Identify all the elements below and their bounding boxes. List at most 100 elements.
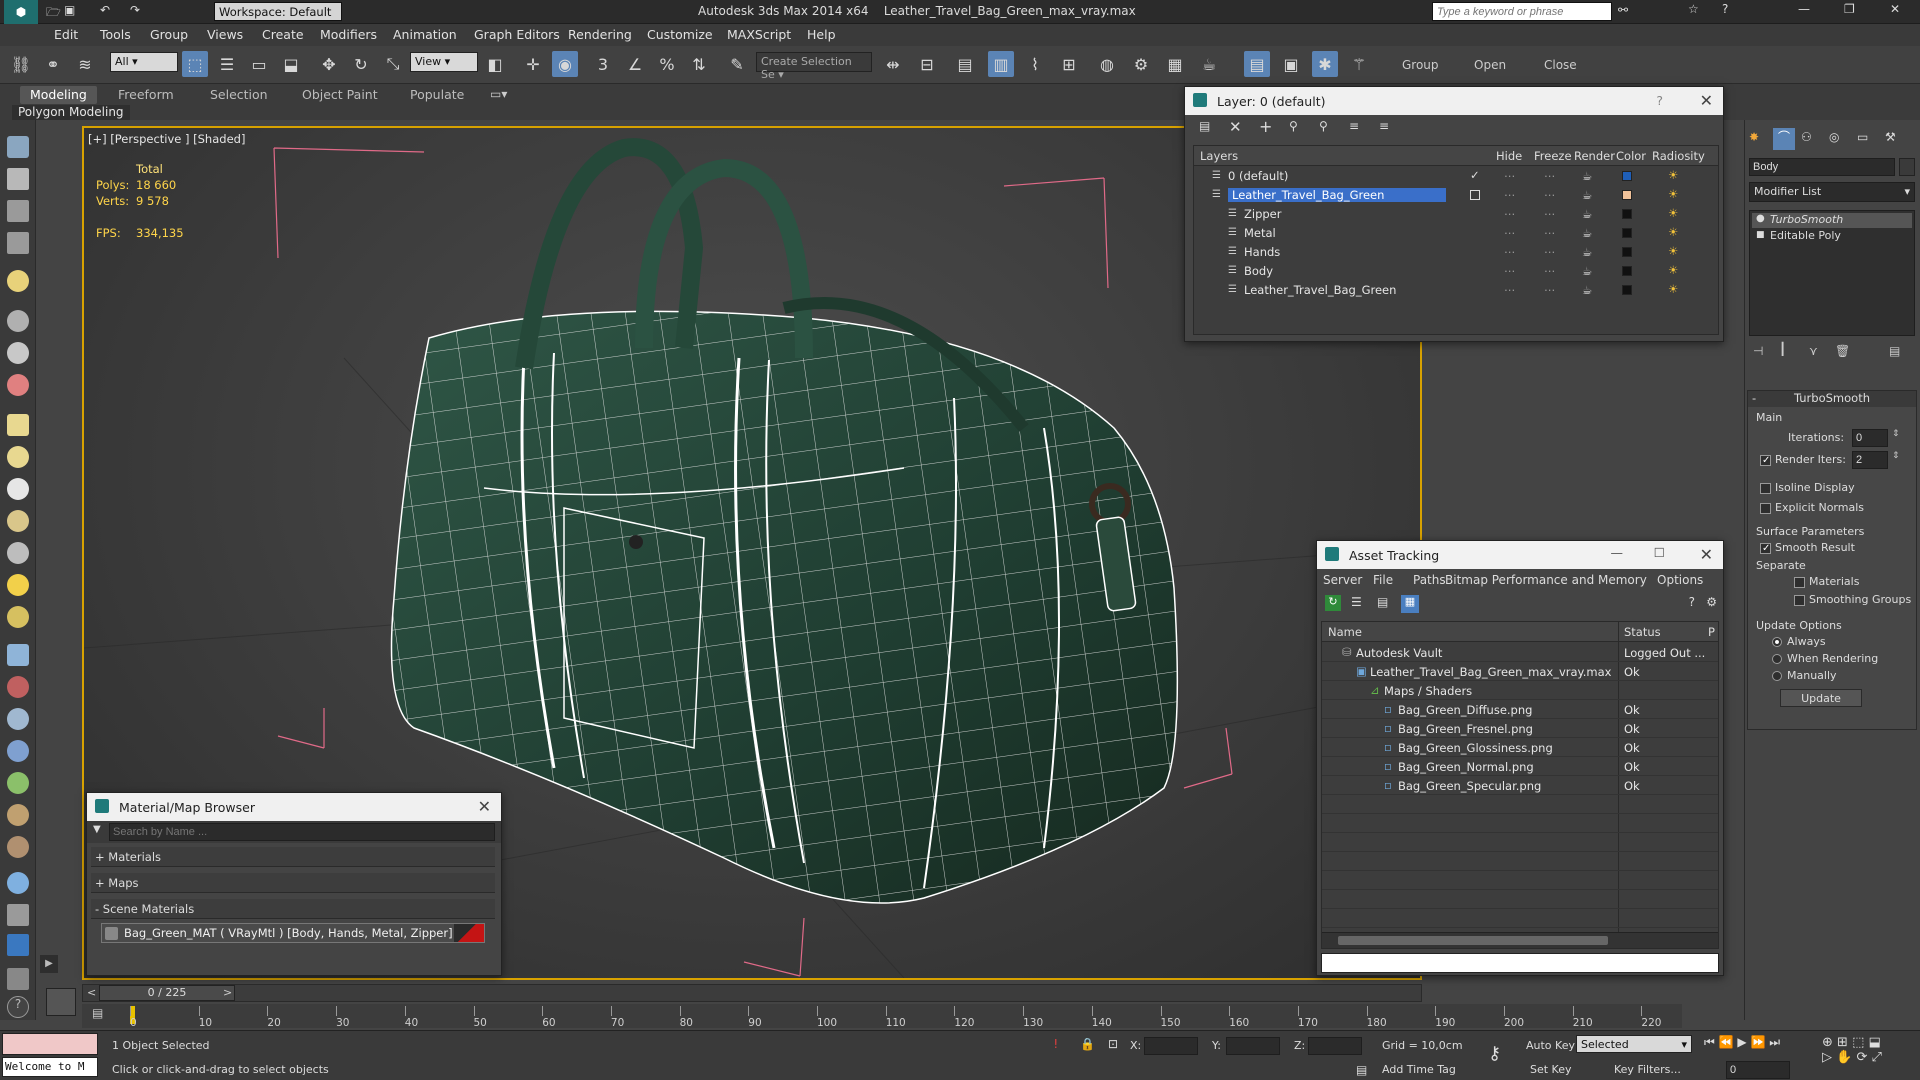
radiosity-icon[interactable]: ☀ (1668, 225, 1678, 239)
layer-name[interactable]: 0 (default) (1228, 169, 1288, 183)
render-iters-spinner-icon[interactable]: ⇕ (1892, 451, 1900, 461)
menu-modifiers[interactable]: Modifiers (320, 27, 377, 42)
always-radio[interactable] (1772, 637, 1782, 647)
select-object-icon[interactable]: ⬚ (182, 51, 208, 77)
asset-row[interactable]: ▫ Bag_Green_Glossiness.png Ok (1322, 739, 1718, 757)
go-to-end-icon[interactable]: ⏭ (1769, 1035, 1780, 1049)
always-row[interactable]: Always (1772, 635, 1826, 648)
radiosity-icon[interactable]: ☀ (1668, 244, 1678, 258)
filter-dropdown-icon[interactable]: ▼ (93, 824, 101, 835)
details-view-icon[interactable]: ▤ (1377, 595, 1388, 609)
torus-icon[interactable] (7, 510, 29, 532)
scene-explorer-icon[interactable]: ▤ (1244, 51, 1270, 77)
hide-toggle-icon[interactable]: ⋯ (1504, 226, 1516, 240)
radiosity-icon[interactable]: ☀ (1668, 187, 1678, 201)
display-tab-icon[interactable]: ▭ (1857, 130, 1868, 144)
camera-icon[interactable] (7, 310, 29, 332)
binoculars-icon[interactable]: ⚯ (1618, 3, 1628, 17)
asset-name[interactable]: Bag_Green_Specular.png (1398, 779, 1541, 793)
percent-snap-icon[interactable]: % (654, 51, 680, 77)
freeze-toggle-icon[interactable]: ⋯ (1544, 245, 1556, 259)
auto-key-button[interactable]: Auto Key (1526, 1039, 1575, 1052)
set-key-icon[interactable]: ⚷ (1488, 1043, 1501, 1064)
globe-icon[interactable] (7, 872, 29, 894)
leather-bag-model[interactable] (390, 138, 1179, 904)
smoothing-groups-row[interactable]: Smoothing Groups (1794, 593, 1911, 606)
iterations-spinner-icon[interactable]: ⇕ (1892, 429, 1900, 439)
track-bar-icon[interactable]: ▤ (92, 1006, 103, 1020)
key-filters-button[interactable]: Key Filters... (1614, 1063, 1681, 1076)
radiosity-icon[interactable]: ☀ (1668, 206, 1678, 220)
col-radiosity[interactable]: Radiosity (1652, 149, 1705, 163)
active-layer-check-icon[interactable]: ✓ (1470, 168, 1480, 182)
hide-toggle-icon[interactable]: ⋯ (1504, 283, 1516, 297)
box-icon[interactable] (7, 414, 29, 436)
radiosity-icon[interactable]: ☀ (1668, 263, 1678, 277)
menu-views[interactable]: Views (207, 27, 243, 42)
play-icon[interactable]: ▶ (1737, 1035, 1746, 1049)
spinner-snap-icon[interactable]: ⇅ (686, 51, 712, 77)
layer-row[interactable]: ☰ Body ⋯ ⋯ ☕ ☀ (1194, 263, 1718, 281)
layer-color-swatch[interactable] (1622, 228, 1632, 238)
schematic-view-icon[interactable]: ⊞ (1056, 51, 1082, 77)
ribbon-toggle-icon[interactable]: ▥ (988, 51, 1014, 77)
measure-icon[interactable] (7, 904, 29, 926)
close-window-button[interactable]: ✕ (1890, 2, 1900, 16)
mirror-icon[interactable]: ⇹ (880, 51, 906, 77)
scene-materials-section-header[interactable]: - Scene Materials (91, 899, 495, 919)
help-circle-icon[interactable]: ? (7, 996, 29, 1018)
cone-icon[interactable] (7, 542, 29, 564)
asset-row[interactable]: ▫ Bag_Green_Normal.png Ok (1322, 758, 1718, 776)
hide-toggle-icon[interactable]: ⋯ (1504, 264, 1516, 278)
list-view-icon[interactable]: ☰ (1351, 595, 1362, 609)
track-bar[interactable]: ▤ 0 10 20 30 40 50 60 70 80 90 100 110 120 130 140 150 1… (82, 1004, 1682, 1029)
asset-name[interactable]: Leather_Travel_Bag_Green_max_vray.max (1370, 665, 1611, 679)
hide-toggle-icon[interactable]: ⋯ (1504, 207, 1516, 221)
ribbon-sub-label[interactable]: Polygon Modeling (12, 105, 130, 120)
material-panel-close-button[interactable]: ✕ (478, 797, 491, 816)
materials-row[interactable]: Materials (1794, 575, 1859, 588)
layer-name[interactable]: Leather_Travel_Bag_Green (1244, 283, 1396, 297)
menu-edit[interactable]: Edit (54, 27, 78, 42)
window-crossing-icon[interactable]: ⬓ (278, 51, 304, 77)
col-layers[interactable]: Layers (1200, 149, 1238, 163)
unlink-icon[interactable]: ⚭ (40, 51, 66, 77)
hide-all-layers-icon[interactable]: ≡ (1349, 119, 1359, 133)
col-freeze[interactable]: Freeze (1534, 149, 1572, 163)
time-slider-prev-icon[interactable]: < (87, 986, 96, 999)
absolute-mode-icon[interactable]: ⊡ (1108, 1037, 1118, 1051)
remove-modifier-icon[interactable]: 🗑 (1835, 344, 1850, 358)
time-tag-icon[interactable]: ▤ (1356, 1063, 1367, 1077)
scale-icon[interactable]: ⤡ (380, 51, 406, 77)
minimize-button[interactable]: — (1798, 2, 1810, 16)
help-search-input[interactable] (1432, 2, 1612, 21)
freeze-toggle-icon[interactable]: ⋯ (1544, 264, 1556, 278)
move-icon[interactable]: ✥ (316, 51, 342, 77)
layer-panel-help-button[interactable]: ? (1656, 93, 1663, 108)
asset-panel-close-button[interactable]: ✕ (1700, 545, 1713, 564)
rect-selection-icon[interactable]: ▭ (246, 51, 272, 77)
layer-panel-titlebar[interactable]: Layer: 0 (default) ? ✕ (1185, 87, 1723, 115)
asset-panel-maximize-button[interactable]: ☐ (1654, 545, 1665, 560)
layer-color-swatch[interactable] (1622, 285, 1632, 295)
grid-icon[interactable] (7, 232, 29, 254)
ribbon-options-icon[interactable]: ▭▾ (490, 87, 507, 101)
redo-icon[interactable]: ↷ (130, 3, 140, 17)
object-color-swatch[interactable] (1899, 158, 1915, 176)
asset-settings-icon[interactable]: ⚙ (1706, 595, 1717, 609)
configure-sets-icon[interactable]: ▤ (1889, 344, 1900, 358)
list-icon[interactable] (7, 200, 29, 222)
materials-checkbox[interactable] (1794, 576, 1805, 588)
render-toggle-icon[interactable]: ☕ (1582, 226, 1592, 240)
object-name-field[interactable] (1749, 158, 1895, 176)
hair-icon[interactable] (7, 804, 29, 826)
mini-curve-toggle-icon[interactable] (46, 988, 76, 1016)
render-toggle-icon[interactable]: ☕ (1582, 207, 1592, 221)
open-group-button[interactable]: Open (1474, 58, 1506, 72)
layer-color-swatch[interactable] (1622, 209, 1632, 219)
menu-customize[interactable]: Customize (647, 27, 713, 42)
modify-tab-icon[interactable]: ⌒ (1773, 128, 1795, 150)
render-production-icon[interactable]: ☕ (1196, 51, 1222, 77)
layer-panel-close-button[interactable]: ✕ (1700, 91, 1713, 110)
smoothing-groups-checkbox[interactable] (1794, 594, 1805, 606)
